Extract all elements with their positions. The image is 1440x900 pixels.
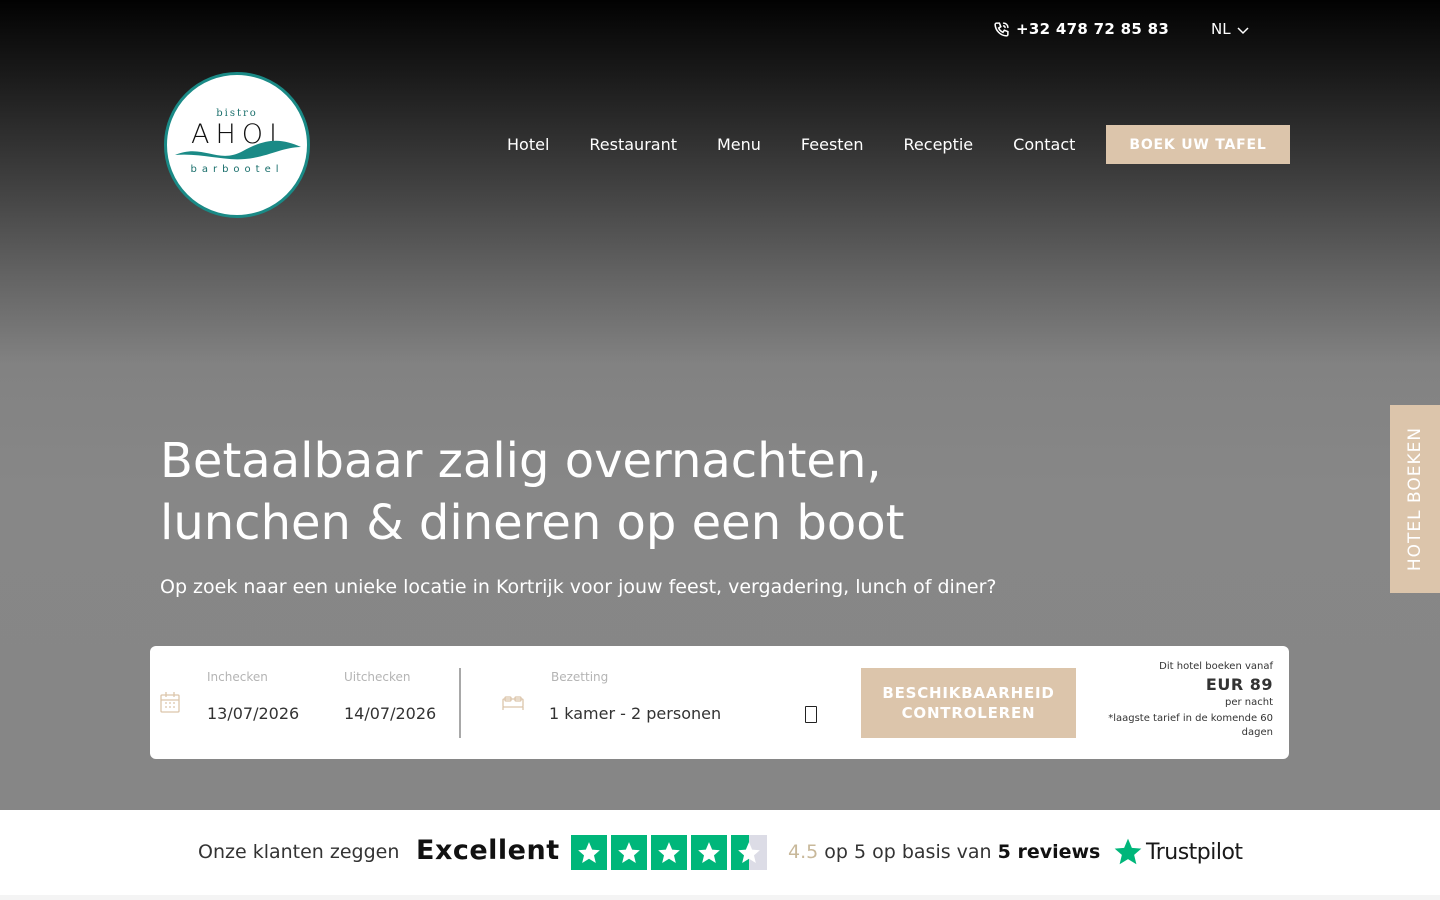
star-icon bbox=[571, 835, 607, 870]
calendar-icon bbox=[160, 692, 180, 713]
trustpilot-star-icon bbox=[1114, 838, 1142, 865]
phone-icon bbox=[994, 21, 1009, 37]
check-availability-button[interactable]: BESCHIKBAARHEID CONTROLEREN bbox=[861, 668, 1076, 738]
occupancy-label: Bezetting bbox=[551, 670, 609, 684]
page-title: Betaalbaar zalig overnachten, lunchen & … bbox=[160, 430, 1060, 554]
price-unit: per nacht bbox=[1224, 697, 1273, 708]
price-info: Dit hotel boeken vanaf EUR 89 per nacht … bbox=[1103, 661, 1273, 740]
nav-item-receptie[interactable]: Receptie bbox=[904, 135, 974, 154]
trust-score-number: 4.5 bbox=[788, 841, 819, 863]
language-label: NL bbox=[1211, 20, 1231, 38]
nav-item-restaurant[interactable]: Restaurant bbox=[589, 135, 677, 154]
hero-subtitle: Op zoek naar een unieke locatie in Kortr… bbox=[160, 576, 997, 598]
phone-link[interactable]: +32 478 72 85 83 bbox=[993, 18, 1169, 40]
nav-item-contact[interactable]: Contact bbox=[1013, 135, 1075, 154]
nav-item-feesten[interactable]: Feesten bbox=[801, 135, 864, 154]
price-intro: Dit hotel boeken vanaf bbox=[1159, 661, 1273, 672]
trust-review-count: 5 reviews bbox=[997, 841, 1101, 863]
checkin-date[interactable]: 13/07/2026 bbox=[207, 704, 299, 723]
phone-number: +32 478 72 85 83 bbox=[1016, 20, 1170, 38]
occupancy-dropdown-icon[interactable] bbox=[805, 706, 817, 723]
trustpilot-widget[interactable]: Onze klanten zeggen Excellent 4.5 op 5 o… bbox=[0, 810, 1440, 895]
wave-icon bbox=[175, 140, 301, 160]
headline-line-2: lunchen & dineren op een boot bbox=[160, 495, 905, 551]
trust-intro: Onze klanten zeggen bbox=[198, 841, 400, 863]
trust-score: 4.5 op 5 op basis van 5 reviews bbox=[788, 841, 1100, 863]
star-icon bbox=[651, 835, 687, 870]
trust-rating-word: Excellent bbox=[416, 835, 560, 866]
logo-bottom-text: barbootel bbox=[190, 164, 284, 175]
price-note: *laagste tarief in de komende 60 dagen bbox=[1108, 713, 1273, 738]
hotel-booking-tab-label: HOTEL BOEKEN bbox=[1405, 426, 1426, 572]
booking-widget: Inchecken 13/07/2026 Uitchecken 14/07/20… bbox=[150, 646, 1289, 759]
hotel-booking-tab[interactable]: HOTEL BOEKEN bbox=[1390, 405, 1440, 593]
star-icon bbox=[611, 835, 647, 870]
divider bbox=[459, 668, 461, 738]
headline-line-1: Betaalbaar zalig overnachten, bbox=[160, 433, 882, 489]
checkout-date[interactable]: 14/07/2026 bbox=[344, 704, 436, 723]
main-nav: Hotel Restaurant Menu Feesten Receptie C… bbox=[507, 132, 1075, 156]
nav-item-menu[interactable]: Menu bbox=[717, 135, 761, 154]
site-logo[interactable]: bistro AHOI barbootel bbox=[164, 72, 310, 218]
trust-score-text: op 5 op basis van bbox=[818, 841, 998, 863]
trustpilot-logo[interactable]: Trustpilot bbox=[1112, 836, 1243, 868]
checkin-label: Inchecken bbox=[207, 670, 268, 684]
language-selector[interactable]: NL bbox=[1211, 18, 1249, 40]
book-table-button[interactable]: BOEK UW TAFEL bbox=[1106, 125, 1290, 164]
nav-item-hotel[interactable]: Hotel bbox=[507, 135, 549, 154]
occupancy-select[interactable]: 1 kamer - 2 personen bbox=[549, 704, 721, 723]
checkout-label: Uitchecken bbox=[344, 670, 411, 684]
price-amount: EUR 89 bbox=[1205, 675, 1273, 694]
trustpilot-brand: Trustpilot bbox=[1146, 839, 1243, 865]
half-star-icon bbox=[731, 835, 767, 870]
chevron-down-icon bbox=[1237, 26, 1249, 34]
trust-stars bbox=[571, 835, 767, 870]
star-icon bbox=[691, 835, 727, 870]
logo-top-text: bistro bbox=[216, 108, 258, 119]
bed-icon bbox=[502, 696, 524, 710]
